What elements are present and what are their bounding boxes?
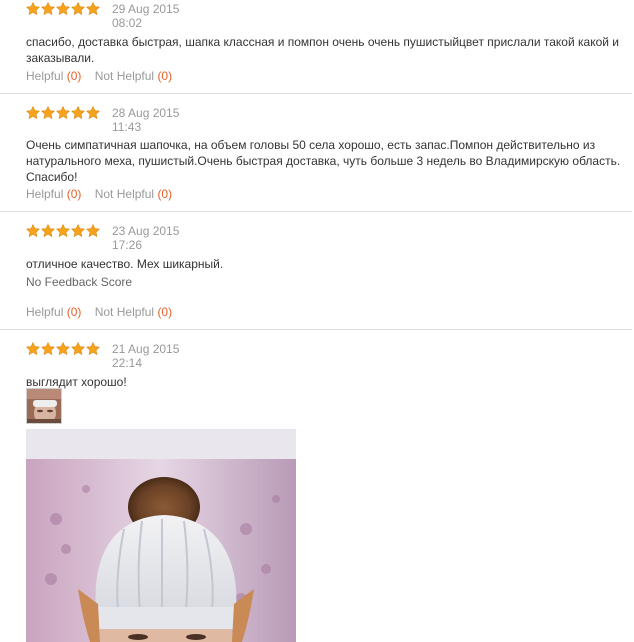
star-rating — [26, 224, 100, 237]
not-helpful-button[interactable]: Not Helpful (0) — [95, 187, 172, 201]
helpful-button[interactable]: Helpful (0) — [26, 305, 81, 319]
star-icon — [56, 224, 70, 237]
not-helpful-count: (0) — [157, 187, 173, 201]
star-icon — [26, 106, 40, 119]
review-date: 23 Aug 2015 — [112, 224, 180, 238]
star-icon — [26, 2, 40, 15]
star-icon — [71, 224, 85, 237]
not-helpful-count: (0) — [157, 69, 173, 83]
star-icon — [56, 106, 70, 119]
not-helpful-button[interactable]: Not Helpful (0) — [95, 305, 172, 319]
star-icon — [41, 342, 55, 355]
star-icon — [41, 224, 55, 237]
review-votes: Helpful (0) Not Helpful (0) — [26, 187, 182, 201]
photo-thumbnail-image — [27, 389, 61, 423]
not-helpful-label: Not Helpful — [94, 69, 155, 83]
review-date: 28 Aug 2015 — [112, 106, 180, 120]
review-time: 08:02 — [112, 16, 143, 30]
feedback-score: No Feedback Score — [26, 275, 133, 289]
star-icon — [56, 342, 70, 355]
helpful-button[interactable]: Helpful (0) — [26, 187, 81, 201]
review-divider — [0, 329, 632, 330]
not-helpful-label: Not Helpful — [94, 305, 155, 319]
review-photo-image — [26, 429, 296, 642]
star-rating — [26, 2, 100, 15]
star-icon — [56, 2, 70, 15]
helpful-label: Helpful — [26, 305, 64, 319]
review-votes: Helpful (0) Not Helpful (0) — [26, 305, 182, 319]
star-icon — [86, 342, 100, 355]
review-time: 22:14 — [112, 356, 143, 370]
review-date: 21 Aug 2015 — [112, 342, 180, 356]
review-text: отличное качество. Мех шикарный. — [26, 257, 224, 271]
review-photo[interactable] — [26, 429, 296, 642]
star-icon — [41, 2, 55, 15]
review-text: выглядит хорошо! — [26, 375, 127, 389]
star-icon — [41, 106, 55, 119]
review-divider — [0, 93, 632, 94]
review-divider — [0, 211, 632, 212]
star-rating — [26, 342, 100, 355]
helpful-label: Helpful — [26, 69, 64, 83]
review-date: 29 Aug 2015 — [112, 2, 180, 16]
star-icon — [86, 106, 100, 119]
star-icon — [26, 224, 40, 237]
review-text: спасибо, доставка быстрая, шапка классна… — [26, 35, 619, 65]
review-text: Очень симпатичная шапочка, на объем голо… — [26, 138, 621, 184]
star-icon — [86, 2, 100, 15]
helpful-count: (0) — [66, 305, 82, 319]
star-icon — [26, 342, 40, 355]
helpful-button[interactable]: Helpful (0) — [26, 69, 81, 83]
not-helpful-label: Not Helpful — [94, 187, 155, 201]
star-icon — [71, 106, 85, 119]
review-time: 17:26 — [112, 238, 143, 252]
helpful-count: (0) — [66, 69, 82, 83]
not-helpful-count: (0) — [157, 305, 173, 319]
review-time: 11:43 — [112, 120, 142, 134]
helpful-label: Helpful — [26, 187, 64, 201]
helpful-count: (0) — [66, 187, 82, 201]
not-helpful-button[interactable]: Not Helpful (0) — [95, 69, 172, 83]
star-icon — [71, 342, 85, 355]
star-icon — [71, 2, 85, 15]
star-rating — [26, 106, 100, 119]
star-icon — [86, 224, 100, 237]
review-photo-thumbnail[interactable] — [26, 388, 62, 424]
review-votes: Helpful (0) Not Helpful (0) — [26, 69, 182, 83]
